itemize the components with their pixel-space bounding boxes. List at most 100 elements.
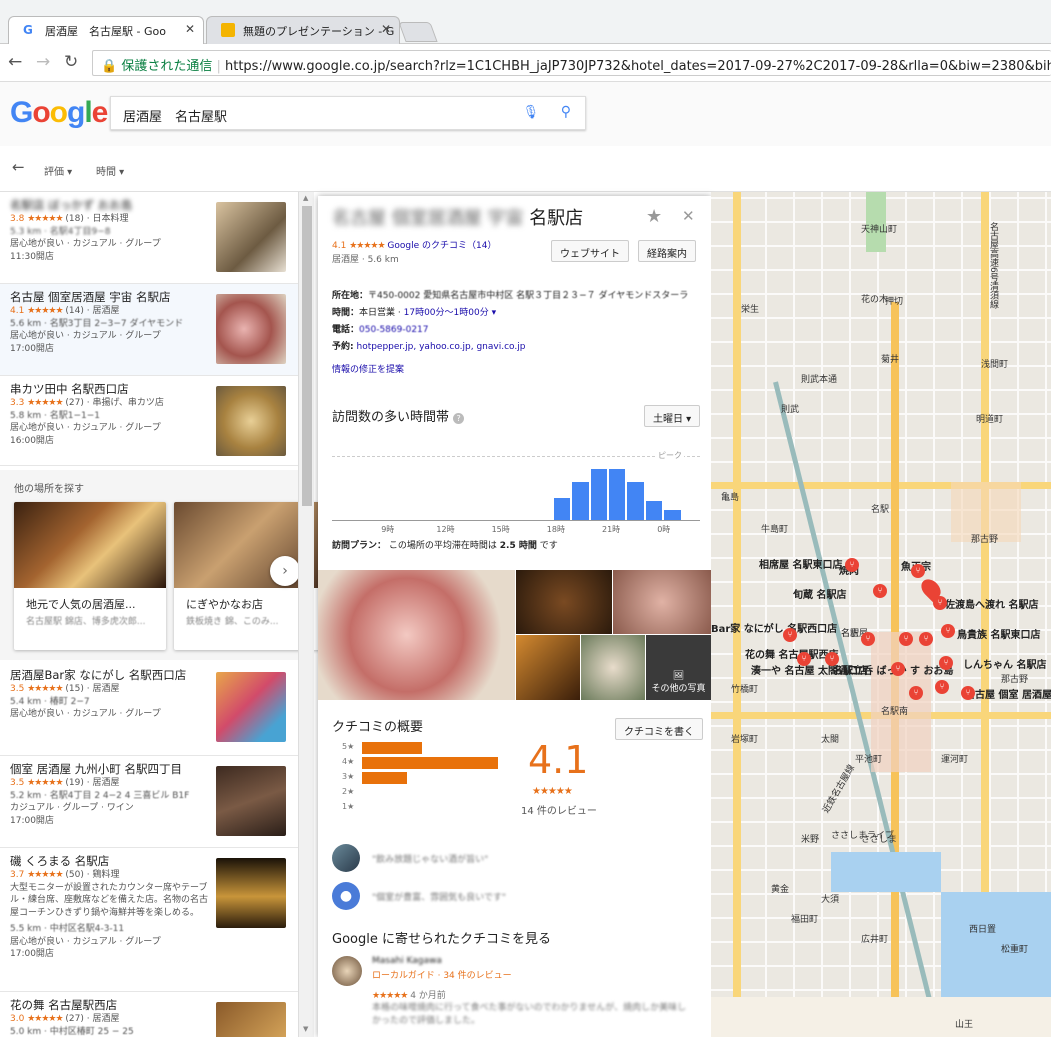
search-icon[interactable]: ⚲: [561, 104, 571, 120]
back-arrow-icon[interactable]: ←: [12, 158, 25, 176]
hours-filter[interactable]: 時間 ▾: [96, 163, 124, 178]
map-label[interactable]: 亀島: [721, 490, 739, 503]
list-item[interactable]: 居酒屋Bar家 なにがし 名駅西口店 3.5 ★★★★★ (15) · 居酒屋 …: [0, 662, 298, 756]
results-scrollbar[interactable]: ▲ ▼: [298, 192, 314, 1037]
reserve-links[interactable]: hotpepper.jp, yahoo.co.jp, gnavi.co.jp: [356, 342, 525, 352]
map-label[interactable]: 大須: [821, 892, 839, 905]
result-photo[interactable]: [216, 858, 286, 928]
restaurant-pin-icon[interactable]: ⑂: [899, 632, 913, 646]
list-item[interactable]: 花の舞 名古屋駅西店 3.0 ★★★★★ (27) · 居酒屋 5.0 km ·…: [0, 992, 298, 1037]
map-label[interactable]: 相席屋 名駅東口店: [759, 556, 842, 571]
restaurant-pin-icon[interactable]: ⑂: [845, 558, 859, 572]
list-item[interactable]: 名駅店 ぼっかず おお島 3.8 ★★★★★ (18) · 日本料理 5.3 k…: [0, 192, 298, 284]
map-label[interactable]: 旬蔵 名駅店: [793, 586, 846, 601]
restaurant-pin-icon[interactable]: ⑂: [919, 632, 933, 646]
list-item[interactable]: 磯 くろまる 名駅店 3.7 ★★★★★ (50) · 鶏料理 大型モニターが設…: [0, 848, 298, 992]
scroll-up-icon[interactable]: ▲: [303, 194, 308, 202]
more-photos-button[interactable]: 🖼 その他の写真: [646, 635, 711, 700]
map-label[interactable]: 則武: [781, 402, 799, 415]
reviews-link[interactable]: Google のクチコミ（14）: [387, 241, 496, 251]
map-label[interactable]: ささしま: [861, 832, 897, 845]
photo-thumb[interactable]: [581, 635, 645, 700]
map-label[interactable]: 花の木: [861, 292, 888, 305]
restaurant-pin-icon[interactable]: ⑂: [909, 686, 923, 700]
url-field[interactable]: 🔒 保護された通信 | https://www.google.co.jp/sea…: [92, 50, 1051, 76]
map-label[interactable]: 浅間町: [981, 357, 1008, 370]
suggest-edit-link[interactable]: 情報の修正を提案: [332, 362, 702, 379]
photo-thumb[interactable]: [613, 570, 711, 634]
map-label[interactable]: 名駅: [841, 626, 859, 639]
back-icon[interactable]: ←: [8, 52, 22, 72]
result-photo[interactable]: [216, 672, 286, 742]
rating-filter[interactable]: 評価 ▾: [44, 163, 72, 178]
scrollbar-thumb[interactable]: [302, 206, 312, 506]
save-star-icon[interactable]: ★: [646, 206, 662, 227]
list-item[interactable]: 串カツ田中 名駅西口店 3.3 ★★★★★ (27) · 串揚げ、串カツ店 5.…: [0, 376, 298, 466]
map-label[interactable]: 西日置: [969, 922, 996, 935]
map-label[interactable]: 名駅南: [881, 704, 908, 717]
restaurant-pin-icon[interactable]: ⑂: [911, 564, 925, 578]
popular-time-bar[interactable]: [572, 481, 589, 520]
map-label[interactable]: 名古屋 個室 居酒屋 新九 名駅店: [965, 686, 1051, 701]
restaurant-pin-icon[interactable]: ⑂: [783, 628, 797, 642]
map-label[interactable]: 那古野: [971, 532, 998, 545]
map-view[interactable]: 天神山町花の木栄生菊井則武本通則武亀島牛島町名駅那古野相席屋 名駅東口店焼肉旬蔵…: [711, 192, 1051, 1037]
map-label[interactable]: 福田町: [791, 912, 818, 925]
popular-time-bar[interactable]: [627, 481, 644, 520]
map-label[interactable]: 那古野: [1001, 672, 1028, 685]
map-label[interactable]: 運河町: [941, 752, 968, 765]
result-photo[interactable]: [216, 386, 286, 456]
close-tab-icon[interactable]: ✕: [381, 22, 391, 36]
map-label[interactable]: 栄生: [741, 302, 759, 315]
forward-icon[interactable]: →: [36, 52, 50, 72]
map-label[interactable]: 名駅: [871, 502, 889, 515]
result-photo[interactable]: [216, 202, 286, 272]
map-label[interactable]: 明道町: [976, 412, 1003, 425]
tab-slides[interactable]: 無題のプレゼンテーション - G ✕: [206, 16, 400, 44]
google-logo[interactable]: Google: [10, 96, 108, 130]
restaurant-pin-icon[interactable]: ⑂: [939, 656, 953, 670]
list-item[interactable]: 名古屋 個室居酒屋 宇宙 名駅店 4.1 ★★★★★ (14) · 居酒屋 5.…: [0, 284, 298, 376]
directions-button[interactable]: 経路案内: [638, 240, 696, 262]
close-panel-icon[interactable]: ✕: [682, 207, 695, 225]
close-tab-icon[interactable]: ✕: [185, 22, 195, 36]
reload-icon[interactable]: ↻: [64, 52, 78, 72]
map-label[interactable]: 則武本通: [801, 372, 837, 385]
map-label[interactable]: 米野: [801, 832, 819, 845]
map-label[interactable]: 太閤: [821, 732, 839, 745]
tab-google-search[interactable]: G 居酒屋 名古屋駅 - Goo ✕: [8, 16, 204, 44]
photo-thumb[interactable]: [516, 570, 612, 634]
write-review-button[interactable]: クチコミを書く: [615, 718, 703, 740]
scroll-down-icon[interactable]: ▼: [303, 1025, 308, 1033]
help-icon[interactable]: ?: [453, 413, 465, 424]
see-reviews-heading[interactable]: Google に寄せられたクチコミを見る: [332, 928, 551, 947]
website-button[interactable]: ウェブサイト: [551, 240, 629, 262]
restaurant-pin-icon[interactable]: ⑂: [935, 680, 949, 694]
result-photo[interactable]: [216, 294, 286, 364]
map-label[interactable]: 黄金: [771, 882, 789, 895]
restaurant-pin-icon[interactable]: ⑂: [941, 624, 955, 638]
popular-time-bar[interactable]: [645, 500, 663, 520]
restaurant-pin-icon[interactable]: ⑂: [891, 662, 905, 676]
restaurant-pin-icon[interactable]: ⑂: [961, 686, 975, 700]
map-label[interactable]: 佐渡島へ渡れ 名駅店: [945, 596, 1038, 611]
map-label[interactable]: 菊井: [881, 352, 899, 365]
main-photo[interactable]: [318, 570, 515, 700]
map-label[interactable]: 松重町: [1001, 942, 1028, 955]
phone-value[interactable]: 050-5869-0217: [359, 325, 428, 335]
map-label[interactable]: 広井町: [861, 932, 888, 945]
microphone-icon[interactable]: 🎙: [522, 105, 539, 120]
search-input[interactable]: 居酒屋 名古屋駅 🎙 ⚲: [110, 96, 586, 130]
result-photo[interactable]: [216, 1002, 286, 1037]
map-label[interactable]: 山王: [955, 1017, 973, 1030]
new-tab-button[interactable]: [398, 22, 438, 42]
restaurant-pin-icon[interactable]: ⑂: [797, 652, 811, 666]
map-label[interactable]: 押切: [885, 294, 903, 307]
map-label[interactable]: 牛島町: [761, 522, 788, 535]
day-select[interactable]: 土曜日 ▾: [644, 405, 701, 427]
photo-thumb[interactable]: [516, 635, 580, 700]
map-label[interactable]: 岩塚町: [731, 732, 758, 745]
hours-dropdown[interactable]: 17時00分～1時00分 ▾: [404, 308, 496, 318]
restaurant-pin-icon[interactable]: ⑂: [873, 584, 887, 598]
reviewer-name[interactable]: Masahi Kagawa: [372, 956, 442, 966]
